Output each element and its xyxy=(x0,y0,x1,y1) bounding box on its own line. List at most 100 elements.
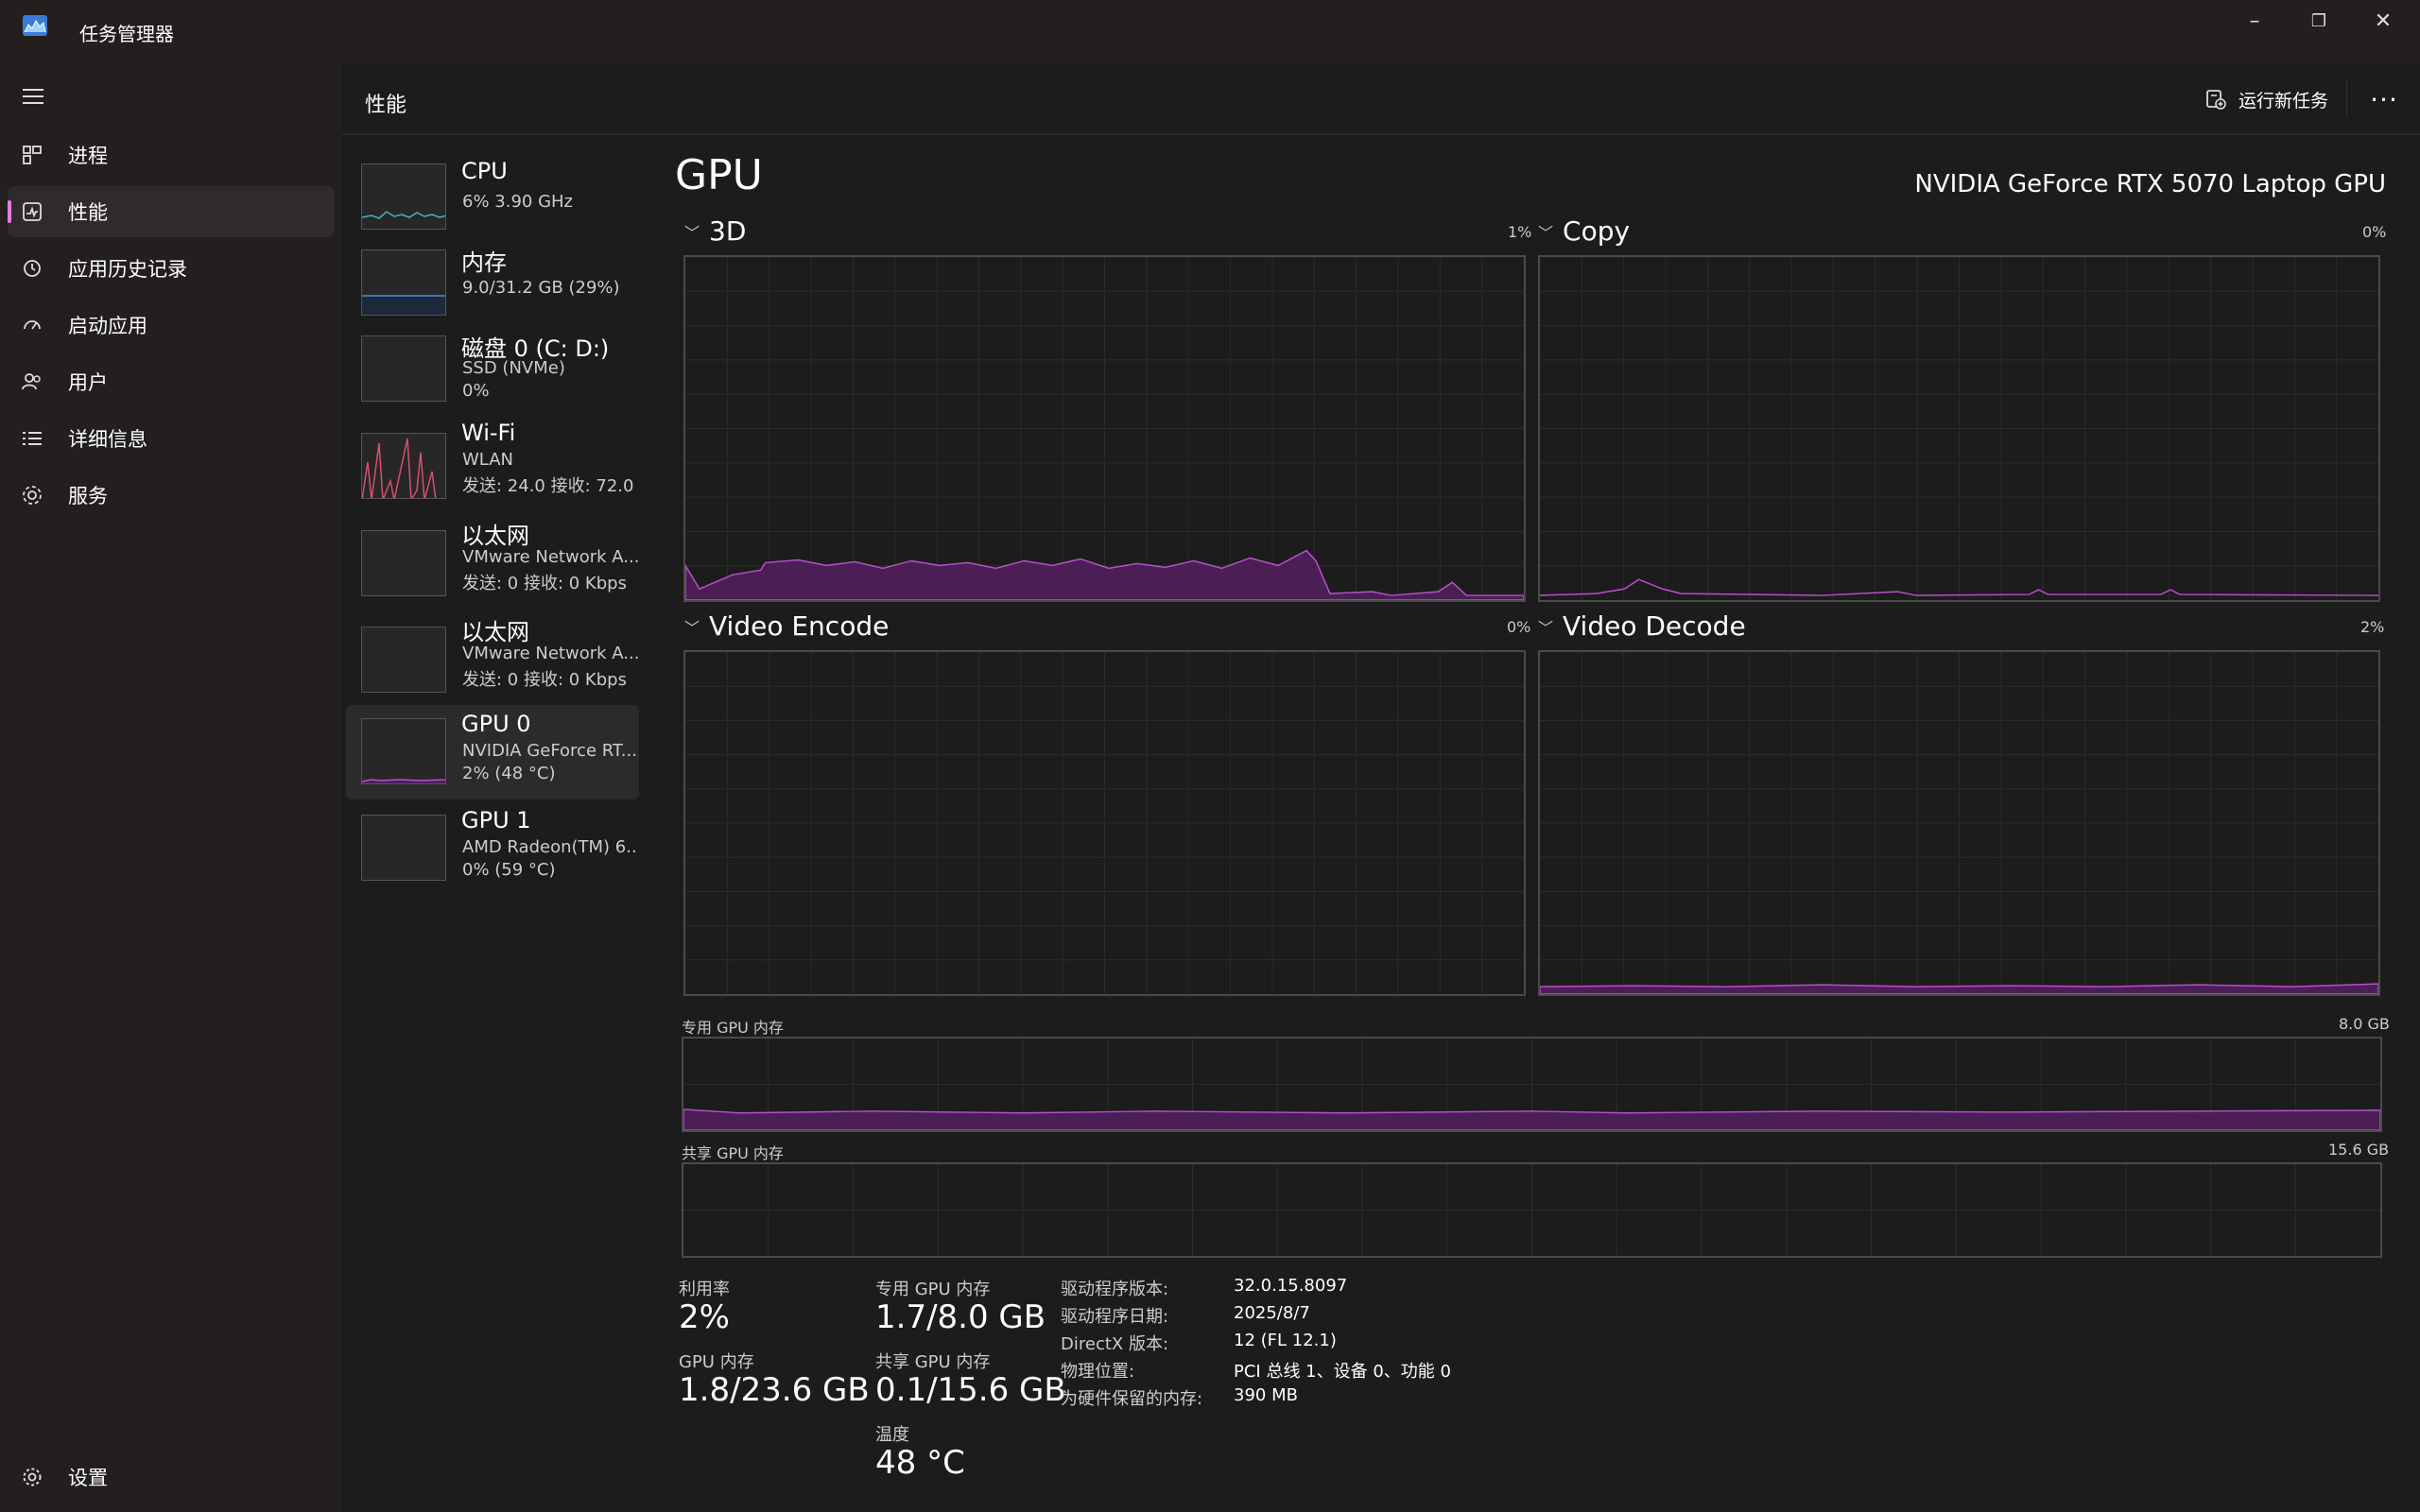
device-item-cpu[interactable]: CPU 6% 3.90 GHz xyxy=(346,150,639,245)
device-name: CPU xyxy=(461,158,508,184)
sidebar: 进程 性能 应用历史记录 启动应用 用户 详细信息 服务 设置 xyxy=(0,63,342,1512)
device-thumbnail xyxy=(361,433,446,499)
device-name: 以太网 xyxy=(461,619,529,645)
engine-percent: 2% xyxy=(2360,618,2385,636)
device-detail: SSD (NVMe) xyxy=(462,358,565,378)
hamburger-menu-icon[interactable] xyxy=(23,87,45,106)
device-thumbnail xyxy=(361,627,446,693)
nav-label: 应用历史记录 xyxy=(68,258,187,281)
engine-percent: 0% xyxy=(1507,618,1531,636)
device-detail: 0% xyxy=(462,381,490,401)
device-thumbnail xyxy=(361,815,446,881)
nav-item-settings[interactable]: 设置 xyxy=(8,1452,335,1503)
more-options-button[interactable]: ··· xyxy=(2365,80,2403,118)
run-task-icon xyxy=(2206,90,2226,110)
detail-value: 2025/8/7 xyxy=(1234,1303,1310,1323)
page-header: 性能 运行新任务 ··· xyxy=(342,63,2420,135)
run-new-task-label: 运行新任务 xyxy=(2238,90,2329,112)
shared-mem-stat-value: 0.1/15.6 GB xyxy=(875,1371,1066,1409)
engine-3d-selector[interactable]: ﹀ 3D xyxy=(684,215,746,247)
minimize-button[interactable]: – xyxy=(2221,0,2288,43)
graph-video-decode xyxy=(1538,650,2380,996)
engine-percent: 0% xyxy=(2362,223,2387,241)
graph-copy xyxy=(1538,255,2380,602)
temperature-label: 温度 xyxy=(875,1425,909,1445)
device-name: 内存 xyxy=(461,249,507,276)
detail-key: 物理位置: xyxy=(1061,1362,1135,1382)
device-detail: VMware Network A... xyxy=(462,547,638,567)
detail-value: 390 MB xyxy=(1234,1385,1298,1405)
nav-item-users[interactable]: 用户 xyxy=(8,356,335,407)
device-name: 以太网 xyxy=(461,523,529,549)
nav-label: 详细信息 xyxy=(68,428,147,451)
temperature-value: 48 °C xyxy=(875,1444,965,1482)
nav-item-performance[interactable]: 性能 xyxy=(8,186,335,237)
nav-item-details[interactable]: 详细信息 xyxy=(8,413,335,464)
processes-icon xyxy=(23,146,42,164)
gpu-mem-stat-label: GPU 内存 xyxy=(679,1352,754,1372)
performance-icon xyxy=(23,202,42,221)
device-name: GPU 0 xyxy=(461,711,531,737)
gpu-model: NVIDIA GeForce RTX 5070 Laptop GPU xyxy=(1914,170,2386,198)
graph-dedicated-memory xyxy=(682,1037,2382,1132)
nav-item-startup[interactable]: 启动应用 xyxy=(8,300,335,351)
users-icon xyxy=(22,373,41,390)
run-new-task-button[interactable]: 运行新任务 xyxy=(2204,84,2328,114)
shared-memory-label: 共享 GPU 内存 xyxy=(682,1144,784,1162)
device-thumbnail xyxy=(361,249,446,316)
engine-video-decode-selector[interactable]: ﹀ Video Decode xyxy=(1538,610,1746,642)
nav-item-processes[interactable]: 进程 xyxy=(8,129,335,180)
device-detail: 发送: 0 接收: 0 Kbps xyxy=(462,670,627,690)
nav-label: 用户 xyxy=(68,371,108,394)
nav-label: 设置 xyxy=(68,1467,108,1489)
device-thumbnail xyxy=(361,335,446,402)
device-item-disk[interactable]: 磁盘 0 (C: D:) SSD (NVMe) 0% xyxy=(346,322,639,417)
details-icon xyxy=(23,432,42,445)
engine-copy-selector[interactable]: ﹀ Copy xyxy=(1538,215,1630,247)
chevron-down-icon: ﹀ xyxy=(684,223,700,242)
device-detail: 0% (59 °C) xyxy=(462,860,556,880)
dedicated-memory-max: 8.0 GB xyxy=(2339,1015,2390,1033)
device-detail: 6% 3.90 GHz xyxy=(462,192,574,212)
engine-name: 3D xyxy=(709,215,747,247)
device-detail: 发送: 0 接收: 0 Kbps xyxy=(462,574,627,593)
device-detail: 2% (48 °C) xyxy=(462,764,556,783)
gpu-title: GPU xyxy=(675,151,763,199)
detail-value: 32.0.15.8097 xyxy=(1234,1276,1348,1296)
device-detail: 9.0/31.2 GB (29%) xyxy=(462,278,620,298)
engine-name: Video Encode xyxy=(709,610,890,642)
chevron-down-icon: ﹀ xyxy=(1538,618,1554,637)
close-button[interactable]: ✕ xyxy=(2350,0,2416,43)
device-item-ethernet-2[interactable]: 以太网 VMware Network A... 发送: 0 接收: 0 Kbps xyxy=(346,613,639,708)
device-thumbnail xyxy=(361,530,446,596)
device-item-gpu-0[interactable]: GPU 0 NVIDIA GeForce RT... 2% (48 °C) xyxy=(346,705,639,799)
window-title: 任务管理器 xyxy=(79,23,174,45)
graph-video-encode xyxy=(683,650,1526,996)
active-indicator xyxy=(8,200,11,223)
shared-memory-max: 15.6 GB xyxy=(2328,1141,2390,1159)
device-thumbnail xyxy=(361,718,446,784)
device-item-wifi[interactable]: Wi-Fi WLAN 发送: 24.0 接收: 72.0 K xyxy=(346,420,639,514)
gpu-mem-stat-value: 1.8/23.6 GB xyxy=(679,1371,870,1409)
device-detail: VMware Network A... xyxy=(462,644,638,663)
nav-item-services[interactable]: 服务 xyxy=(8,470,335,521)
chevron-down-icon: ﹀ xyxy=(1538,223,1554,242)
detail-value: 12 (FL 12.1) xyxy=(1234,1331,1337,1350)
restore-button[interactable]: ❐ xyxy=(2286,0,2352,43)
device-item-ethernet-1[interactable]: 以太网 VMware Network A... 发送: 0 接收: 0 Kbps xyxy=(346,517,639,611)
header-divider xyxy=(2346,78,2347,116)
device-detail: NVIDIA GeForce RT... xyxy=(462,741,637,761)
device-detail: AMD Radeon(TM) 6... xyxy=(462,837,638,857)
page-title: 性能 xyxy=(365,94,407,117)
nav-label: 性能 xyxy=(68,201,108,224)
engine-video-encode-selector[interactable]: ﹀ Video Encode xyxy=(684,610,889,642)
detail-key: DirectX 版本: xyxy=(1061,1334,1169,1354)
nav-label: 进程 xyxy=(68,145,108,167)
app-history-icon xyxy=(24,260,41,277)
device-item-memory[interactable]: 内存 9.0/31.2 GB (29%) xyxy=(346,236,639,331)
device-item-gpu-1[interactable]: GPU 1 AMD Radeon(TM) 6... 0% (59 °C) xyxy=(346,801,639,896)
device-detail: 发送: 24.0 接收: 72.0 K xyxy=(462,476,638,496)
title-bar: 任务管理器 – ❐ ✕ xyxy=(0,0,2420,63)
nav-item-app-history[interactable]: 应用历史记录 xyxy=(8,243,335,294)
detail-key: 为硬件保留的内存: xyxy=(1061,1389,1203,1409)
